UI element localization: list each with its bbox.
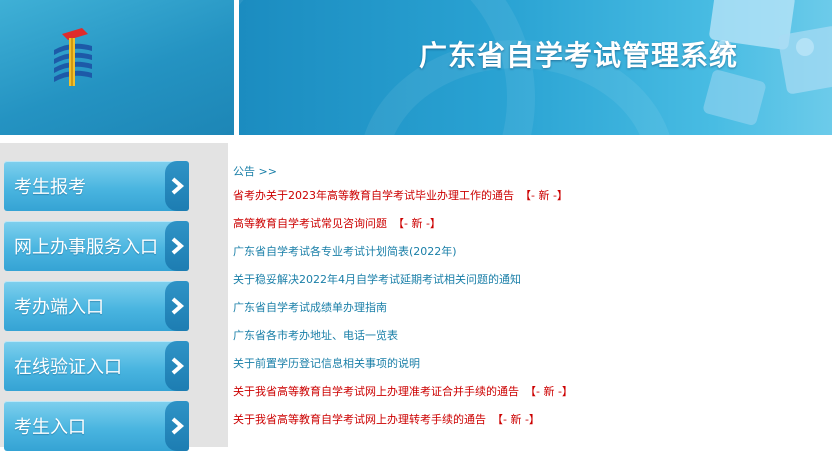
puzzle-piece-decoration bbox=[777, 25, 832, 95]
chevron-right-icon bbox=[165, 281, 189, 331]
notice-item[interactable]: 关于前置学历登记信息相关事项的说明 bbox=[233, 350, 823, 378]
notice-item[interactable]: 关于我省高等教育自学考试网上办理准考证合并手续的通告 【- 新 -】 bbox=[233, 378, 823, 406]
notice-item[interactable]: 关于我省高等教育自学考试网上办理转考手续的通告 【- 新 -】 bbox=[233, 406, 823, 434]
sidebar: 考生报考 网上办事服务入口 考办端入口 在线验证入口 考生入口 bbox=[0, 143, 228, 451]
nav-button-label: 在线验证入口 bbox=[14, 357, 122, 378]
nav-button-online-services[interactable]: 网上办事服务入口 bbox=[4, 221, 189, 271]
notice-title: 广东省自学考试各专业考试计划简表(2022年) bbox=[233, 245, 457, 258]
notice-item[interactable]: 广东省自学考试成绩单办理指南 bbox=[233, 294, 823, 322]
notice-panel: 公告 >> 省考办关于2023年高等教育自学考试毕业办理工作的通告 【- 新 -】… bbox=[233, 162, 823, 434]
notice-item[interactable]: 广东省各市考办地址、电话一览表 bbox=[233, 322, 823, 350]
new-badge: 【- 新 -】 bbox=[492, 413, 540, 426]
nav-button-exam-registration[interactable]: 考生报考 bbox=[4, 161, 189, 211]
notice-item[interactable]: 关于稳妥解决2022年4月自学考试延期考试相关问题的通知 bbox=[233, 266, 823, 294]
puzzle-piece-decoration bbox=[702, 68, 767, 127]
notice-title: 关于我省高等教育自学考试网上办理准考证合并手续的通告 bbox=[233, 385, 519, 398]
new-badge: 【- 新 -】 bbox=[525, 385, 573, 398]
chevron-right-icon bbox=[165, 341, 189, 391]
logo-icon bbox=[54, 28, 92, 86]
system-title: 广东省自学考试管理系统 bbox=[419, 39, 739, 72]
nav-button-exam-office[interactable]: 考办端入口 bbox=[4, 281, 189, 331]
chevron-right-icon bbox=[165, 221, 189, 271]
chevron-right-icon bbox=[165, 401, 189, 451]
nav-button-label: 考办端入口 bbox=[14, 297, 104, 318]
notice-title: 关于稳妥解决2022年4月自学考试延期考试相关问题的通知 bbox=[233, 273, 521, 286]
new-badge: 【- 新 -】 bbox=[393, 217, 441, 230]
nav-button-candidate-login[interactable]: 考生入口 bbox=[4, 401, 189, 451]
notice-title: 关于前置学历登记信息相关事项的说明 bbox=[233, 357, 420, 370]
notice-item[interactable]: 高等教育自学考试常见咨询问题 【- 新 -】 bbox=[233, 210, 823, 238]
nav-button-online-verification[interactable]: 在线验证入口 bbox=[4, 341, 189, 391]
notice-title: 广东省各市考办地址、电话一览表 bbox=[233, 329, 398, 342]
notice-item[interactable]: 广东省自学考试各专业考试计划简表(2022年) bbox=[233, 238, 823, 266]
notice-item[interactable]: 省考办关于2023年高等教育自学考试毕业办理工作的通告 【- 新 -】 bbox=[233, 182, 823, 210]
banner: 广东省自学考试管理系统 bbox=[239, 0, 832, 135]
notice-header-link[interactable]: 公告 >> bbox=[233, 162, 823, 182]
chevron-right-icon bbox=[165, 161, 189, 211]
logo-panel bbox=[0, 0, 234, 135]
nav-button-label: 考生入口 bbox=[14, 417, 86, 438]
nav-button-label: 考生报考 bbox=[14, 177, 86, 198]
notice-title: 广东省自学考试成绩单办理指南 bbox=[233, 301, 387, 314]
new-badge: 【- 新 -】 bbox=[520, 189, 568, 202]
notice-title: 关于我省高等教育自学考试网上办理转考手续的通告 bbox=[233, 413, 486, 426]
notice-title: 省考办关于2023年高等教育自学考试毕业办理工作的通告 bbox=[233, 189, 514, 202]
nav-button-label: 网上办事服务入口 bbox=[14, 237, 158, 258]
header: 广东省自学考试管理系统 bbox=[0, 0, 832, 135]
notice-title: 高等教育自学考试常见咨询问题 bbox=[233, 217, 387, 230]
notice-list: 省考办关于2023年高等教育自学考试毕业办理工作的通告 【- 新 -】 高等教育自学… bbox=[233, 182, 823, 434]
